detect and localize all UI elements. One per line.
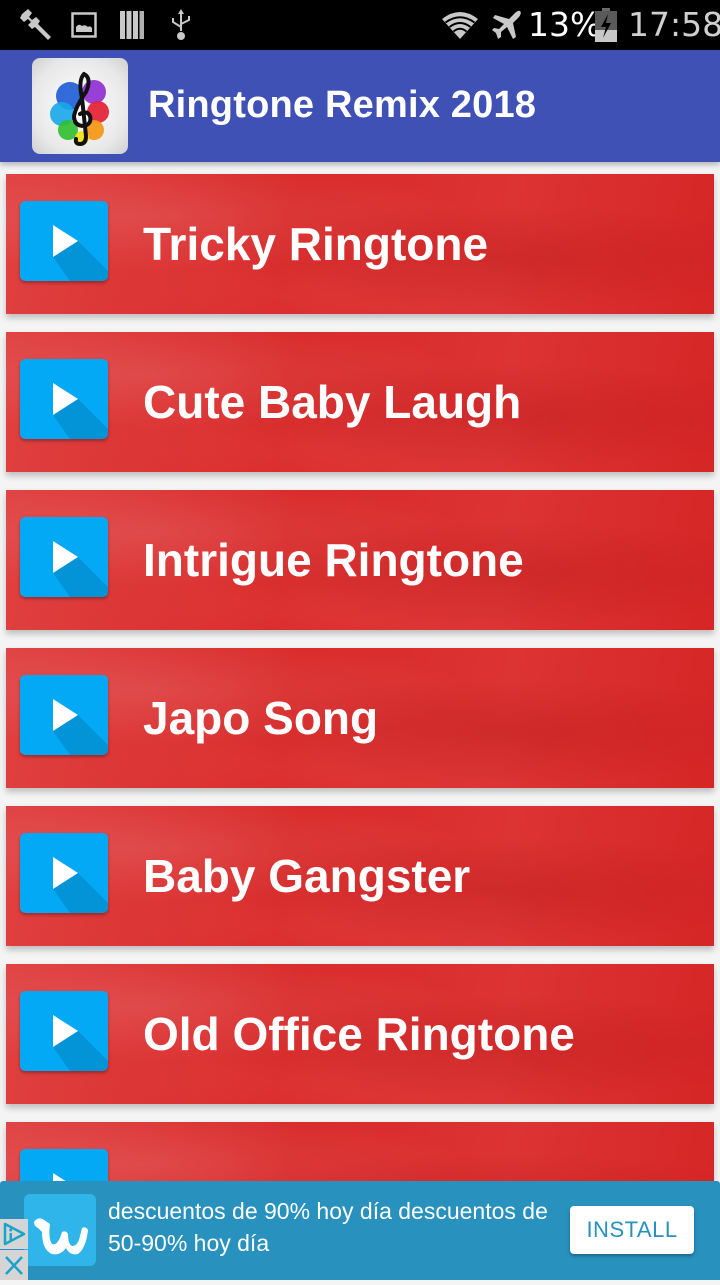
- install-button[interactable]: INSTALL: [570, 1206, 694, 1254]
- ringtone-label: Japo Song: [143, 692, 379, 744]
- play-button[interactable]: [20, 991, 108, 1071]
- ad-choices-icon[interactable]: [0, 1219, 28, 1249]
- play-button[interactable]: [20, 517, 108, 597]
- airplane-mode-icon: [490, 8, 524, 42]
- status-bar: 13% 17:58: [0, 0, 720, 50]
- ad-banner[interactable]: descuentos de 90% hoy día descuentos de …: [0, 1181, 720, 1280]
- ringtone-label: Old Office Ringtone: [143, 1008, 575, 1060]
- app-title: Ringtone Remix 2018: [148, 84, 537, 126]
- app-bar: Ringtone Remix 2018: [0, 50, 720, 162]
- ringtone-label: Baby Gangster: [143, 850, 471, 902]
- ringtone-item[interactable]: Tricky Ringtone: [6, 174, 714, 314]
- play-button[interactable]: [20, 201, 108, 281]
- ringtone-label: Tricky Ringtone: [143, 218, 489, 270]
- ringtone-item[interactable]: Intrigue Ringtone: [6, 490, 714, 630]
- play-button[interactable]: [20, 675, 108, 755]
- ringtone-item[interactable]: Cute Baby Laugh: [6, 332, 714, 472]
- ringtone-label: Cute Baby Laugh: [143, 376, 522, 428]
- wrench-icon: [16, 8, 56, 42]
- ad-text[interactable]: descuentos de 90% hoy día descuentos de …: [108, 1195, 548, 1259]
- close-ad-icon[interactable]: [0, 1250, 28, 1280]
- usb-icon: [168, 8, 194, 42]
- image-icon: [70, 8, 98, 42]
- battery-charging-icon: [594, 8, 618, 42]
- play-button[interactable]: [20, 359, 108, 439]
- play-button[interactable]: [20, 833, 108, 913]
- ringtone-label: Intrigue Ringtone: [143, 534, 524, 586]
- clock: 17:58: [628, 5, 720, 44]
- ringtone-item[interactable]: Baby Gangster: [6, 806, 714, 946]
- wish-logo-icon[interactable]: [24, 1194, 96, 1266]
- ringtone-item[interactable]: Japo Song: [6, 648, 714, 788]
- battery-percent: 13%: [528, 5, 602, 44]
- ringtone-list[interactable]: Tricky Ringtone Cute Baby Laugh Intrigue…: [0, 162, 720, 1280]
- ringtone-item[interactable]: Old Office Ringtone: [6, 964, 714, 1104]
- wifi-icon: [440, 8, 480, 42]
- sd-card-icon: [118, 8, 146, 42]
- treble-clef-splash-icon: [32, 58, 128, 154]
